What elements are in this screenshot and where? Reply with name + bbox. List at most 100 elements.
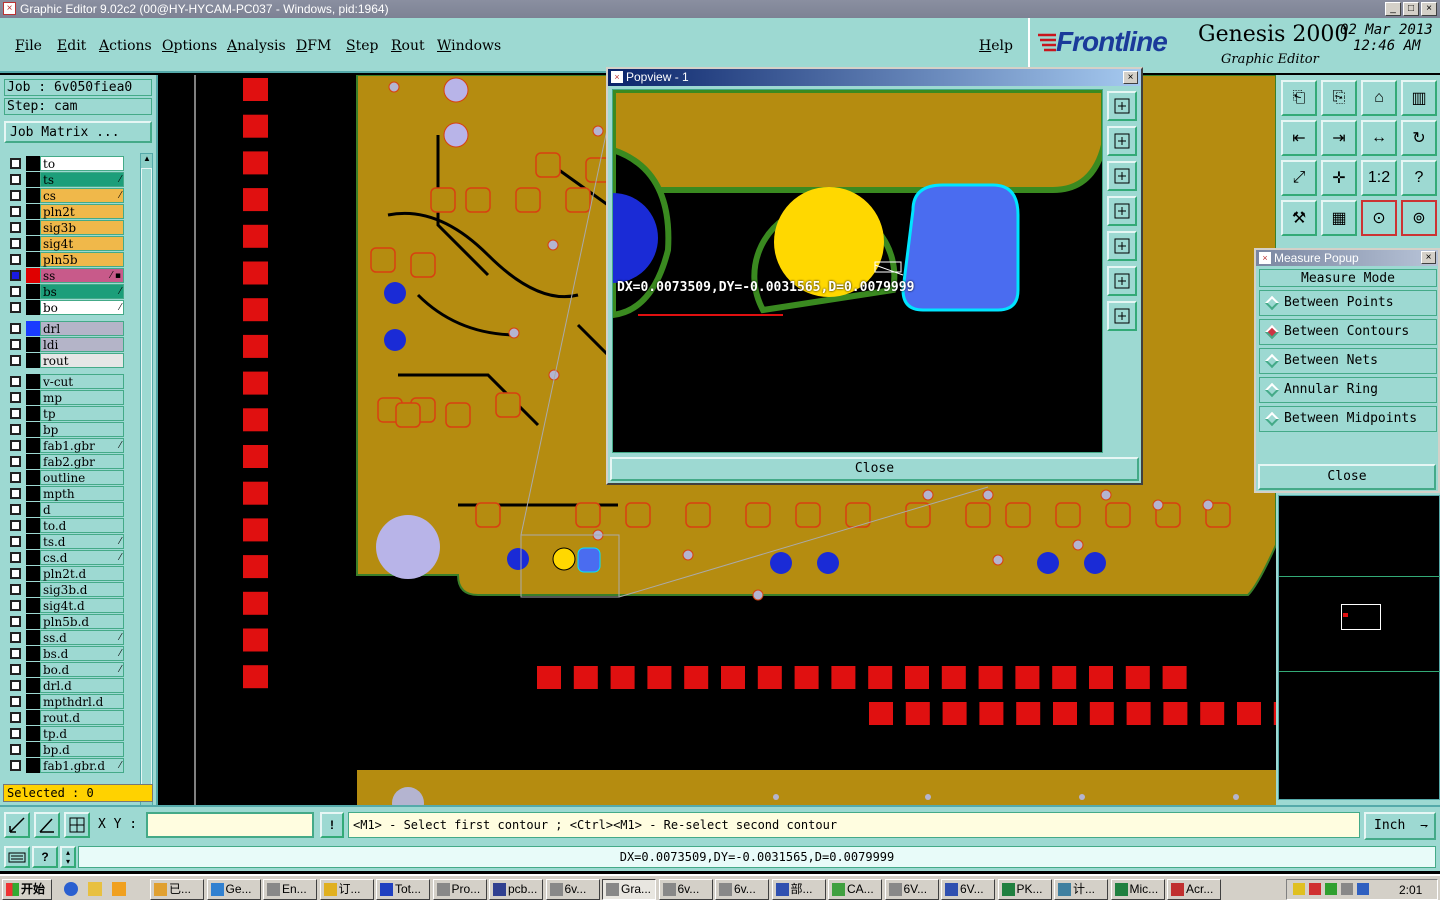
zoom-center-icon[interactable]: ✛: [1321, 160, 1357, 196]
taskbar-item[interactable]: Gra...: [602, 879, 656, 900]
overview-viewport[interactable]: [1341, 604, 1381, 630]
layer-row-v-cut[interactable]: v-cut: [6, 374, 124, 389]
minimize-button[interactable]: _: [1385, 2, 1401, 16]
layer-checkbox[interactable]: [10, 270, 21, 281]
layer-row-bo[interactable]: bo ⁄: [6, 300, 124, 315]
layer-checkbox[interactable]: [10, 552, 21, 563]
layer-checkbox[interactable]: [10, 424, 21, 435]
measure-option-between-points[interactable]: Between Points: [1259, 290, 1437, 316]
bottom-view-icon[interactable]: ⎘: [1321, 80, 1357, 116]
layer-checkbox[interactable]: [10, 355, 21, 366]
layer-checkbox[interactable]: [10, 728, 21, 739]
menu-windows[interactable]: Windows: [437, 38, 501, 54]
help-icon[interactable]: ?: [32, 846, 58, 868]
taskbar-item[interactable]: 部...: [771, 879, 826, 900]
layer-checkbox[interactable]: [10, 648, 21, 659]
folder-icon[interactable]: [88, 882, 102, 896]
radio-diamond-icon[interactable]: [1264, 382, 1280, 398]
layer-checkbox[interactable]: [10, 536, 21, 547]
layer-row-pln2t[interactable]: pln2t: [6, 204, 124, 219]
layer-row-fab1-gbr-d[interactable]: fab1.gbr.d ⁄: [6, 758, 124, 773]
layer-checkbox[interactable]: [10, 408, 21, 419]
layer-compare-icon[interactable]: ⊙: [1361, 200, 1397, 236]
layer-row-d[interactable]: d: [6, 502, 124, 517]
radio-diamond-icon[interactable]: [1264, 353, 1280, 369]
layer-row-pln5b-d[interactable]: pln5b.d: [6, 614, 124, 629]
layer-row-tp-d[interactable]: tp.d: [6, 726, 124, 741]
measure-close-x-button[interactable]: ×: [1421, 251, 1436, 264]
pan-left-icon[interactable]: ⇤: [1281, 120, 1317, 156]
layer-checkbox[interactable]: [10, 339, 21, 350]
menu-rout[interactable]: Rout: [391, 38, 425, 54]
layer-row-outline[interactable]: outline: [6, 470, 124, 485]
mirror-icon[interactable]: ↔: [1361, 120, 1397, 156]
layer-checkbox[interactable]: [10, 504, 21, 515]
xy-input[interactable]: [146, 812, 314, 838]
layer-checkbox[interactable]: [10, 488, 21, 499]
layer-checkbox[interactable]: [10, 456, 21, 467]
measure-tool-icon[interactable]: ⚒: [1281, 200, 1317, 236]
menu-actions[interactable]: Actions: [99, 38, 152, 54]
layer-checkbox[interactable]: [10, 222, 21, 233]
layer-checkbox[interactable]: [10, 760, 21, 771]
tray-icon-1[interactable]: [1293, 883, 1305, 895]
layer-checkbox[interactable]: [10, 254, 21, 265]
zoom-1-2-icon[interactable]: 1:2: [1361, 160, 1397, 196]
layer-row-sig3b[interactable]: sig3b: [6, 220, 124, 235]
popview-zoom-top-icon[interactable]: [1107, 126, 1137, 156]
layer-row-ss[interactable]: ss ⁄ ▪: [6, 268, 124, 283]
layer-checkbox[interactable]: [10, 584, 21, 595]
taskbar-item[interactable]: Mic...: [1110, 879, 1165, 900]
layer-checkbox[interactable]: [10, 323, 21, 334]
layer-checkbox[interactable]: [10, 190, 21, 201]
layer-row-ts-d[interactable]: ts.d ⁄: [6, 534, 124, 549]
layer-checkbox[interactable]: [10, 158, 21, 169]
layer-row-ss-d[interactable]: ss.d ⁄: [6, 630, 124, 645]
layer-row-sig4t[interactable]: sig4t: [6, 236, 124, 251]
maximize-button[interactable]: □: [1403, 2, 1419, 16]
alert-icon[interactable]: !: [320, 812, 344, 838]
layer-row-cs[interactable]: cs ⁄: [6, 188, 124, 203]
tray-icon-3[interactable]: [1325, 883, 1337, 895]
split-view-icon[interactable]: ▥: [1401, 80, 1437, 116]
layer-checkbox[interactable]: [10, 744, 21, 755]
help-query-icon[interactable]: ?: [1401, 160, 1437, 196]
net-highlight-icon[interactable]: ⊚: [1401, 200, 1437, 236]
popview-canvas[interactable]: DX=0.0073509,DY=-0.0031565,D=0.0079999: [612, 89, 1103, 453]
rotate-icon[interactable]: ↻: [1401, 120, 1437, 156]
overview-map[interactable]: [1278, 495, 1440, 800]
taskbar-item[interactable]: pcb...: [489, 879, 543, 900]
taskbar-item[interactable]: Ge...: [206, 879, 261, 900]
menu-help[interactable]: Help: [979, 38, 1013, 54]
layer-row-sig3b-d[interactable]: sig3b.d: [6, 582, 124, 597]
layer-checkbox[interactable]: [10, 632, 21, 643]
layer-row-fab1-gbr[interactable]: fab1.gbr ⁄: [6, 438, 124, 453]
angle-tool-icon[interactable]: [34, 812, 60, 838]
layer-row-mp[interactable]: mp: [6, 390, 124, 405]
measure-close-button[interactable]: Close: [1258, 464, 1436, 490]
layer-row-pln5b[interactable]: pln5b: [6, 252, 124, 267]
taskbar-item[interactable]: PK...: [997, 879, 1052, 900]
menu-step[interactable]: Step: [346, 38, 378, 54]
taskbar-item[interactable]: Tot...: [376, 879, 430, 900]
snap-tool-icon[interactable]: [4, 812, 30, 838]
measure-option-between-contours[interactable]: Between Contours: [1259, 319, 1437, 345]
taskbar-item[interactable]: 计...: [1054, 879, 1108, 900]
layer-row-drl[interactable]: drl: [6, 321, 124, 336]
menu-file[interactable]: File: [15, 38, 42, 54]
layer-checkbox[interactable]: [10, 238, 21, 249]
popview-title-bar[interactable]: × Popview - 1 ×: [608, 69, 1141, 86]
pan-right-icon[interactable]: ⇥: [1321, 120, 1357, 156]
layer-checkbox[interactable]: [10, 616, 21, 627]
scrollbar-thumb[interactable]: [141, 168, 152, 792]
popview-zoom-right-icon[interactable]: [1107, 231, 1137, 261]
layer-row-cs-d[interactable]: cs.d ⁄: [6, 550, 124, 565]
layer-checkbox[interactable]: [10, 302, 21, 313]
layer-checkbox[interactable]: [10, 568, 21, 579]
layer-checkbox[interactable]: [10, 472, 21, 483]
layer-checkbox[interactable]: [10, 286, 21, 297]
popview-zoom-fit-icon[interactable]: [1107, 266, 1137, 296]
measure-title-bar[interactable]: × Measure Popup ×: [1256, 250, 1438, 266]
layer-row-pln2t-d[interactable]: pln2t.d: [6, 566, 124, 581]
layer-row-rout-d[interactable]: rout.d: [6, 710, 124, 725]
